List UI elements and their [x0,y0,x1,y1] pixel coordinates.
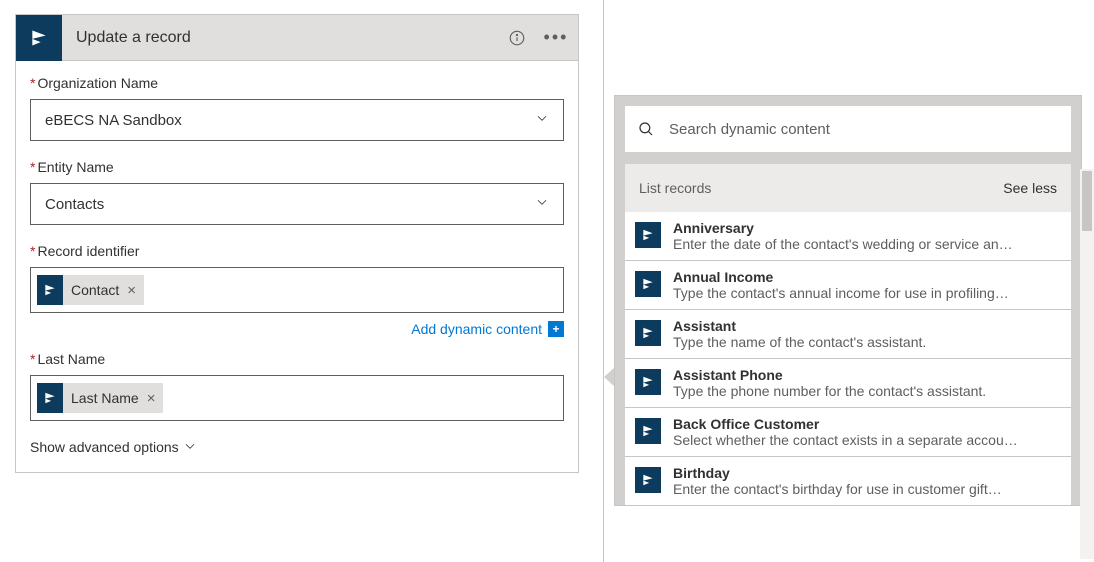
item-title: Back Office Customer [673,416,1057,432]
chevron-down-icon [183,439,197,456]
add-dynamic-content-row: Add dynamic content + [30,321,564,337]
item-title: Annual Income [673,269,1057,285]
dynamic-content-item[interactable]: BirthdayEnter the contact's birthday for… [625,457,1071,505]
search-input[interactable] [669,121,1059,138]
action-card-body: *Organization Name eBECS NA Sandbox *Ent… [16,61,578,472]
dynamic-content-item[interactable]: Back Office CustomerSelect whether the c… [625,408,1071,457]
chevron-down-icon [535,195,549,213]
item-title: Assistant [673,318,1057,334]
field-record-identifier: *Record identifier Contact × [30,243,564,313]
field-label: *Last Name [30,351,564,367]
item-description: Select whether the contact exists in a s… [673,432,1057,448]
organization-select[interactable]: eBECS NA Sandbox [30,99,564,141]
dynamic-content-list: AnniversaryEnter the date of the contact… [625,212,1071,505]
dynamics-icon [37,275,63,305]
token-remove-icon[interactable]: × [127,282,136,299]
overflow-menu-icon[interactable]: ••• [534,27,578,48]
add-dynamic-content-button[interactable]: + [548,321,564,337]
item-description: Enter the contact's birthday for use in … [673,481,1057,497]
search-wrap [625,106,1071,152]
select-value: Contacts [45,196,104,213]
dynamics-icon [635,320,661,346]
dynamic-content-item[interactable]: Assistant PhoneType the phone number for… [625,359,1071,408]
add-dynamic-content-link[interactable]: Add dynamic content [411,321,542,337]
entity-select[interactable]: Contacts [30,183,564,225]
dynamics-icon [635,369,661,395]
dynamics-icon [635,222,661,248]
dynamics-icon [16,15,62,61]
section-header: List records See less [625,164,1071,212]
dynamic-content-item[interactable]: Annual IncomeType the contact's annual i… [625,261,1071,310]
action-title: Update a record [62,29,500,47]
dynamic-token[interactable]: Contact × [37,275,144,305]
item-description: Type the phone number for the contact's … [673,383,1057,399]
dynamics-icon [635,418,661,444]
item-title: Assistant Phone [673,367,1057,383]
item-text: Annual IncomeType the contact's annual i… [673,269,1057,301]
field-entity: *Entity Name Contacts [30,159,564,225]
action-card-header[interactable]: Update a record ••• [16,15,578,61]
dynamic-token[interactable]: Last Name × [37,383,163,413]
dynamics-icon [37,383,63,413]
item-description: Enter the date of the contact's wedding … [673,236,1057,252]
field-organization: *Organization Name eBECS NA Sandbox [30,75,564,141]
item-text: BirthdayEnter the contact's birthday for… [673,465,1057,497]
scrollbar-thumb[interactable] [1082,171,1092,231]
scrollbar-vertical[interactable] [1080,169,1094,559]
field-label: *Record identifier [30,243,564,259]
select-value: eBECS NA Sandbox [45,112,182,129]
dynamic-content-item[interactable]: AssistantType the name of the contact's … [625,310,1071,359]
field-label: *Entity Name [30,159,564,175]
layout-divider [603,0,604,562]
item-text: AnniversaryEnter the date of the contact… [673,220,1057,252]
dynamics-icon [635,271,661,297]
info-icon[interactable] [500,29,534,47]
chevron-down-icon [535,111,549,129]
token-remove-icon[interactable]: × [147,390,156,407]
see-less-link[interactable]: See less [1003,180,1057,196]
field-last-name: *Last Name Last Name × [30,351,564,421]
item-text: Assistant PhoneType the phone number for… [673,367,1057,399]
record-identifier-input[interactable]: Contact × [30,267,564,313]
item-text: AssistantType the name of the contact's … [673,318,1057,350]
item-title: Birthday [673,465,1057,481]
item-title: Anniversary [673,220,1057,236]
token-label: Last Name [71,390,139,406]
field-label: *Organization Name [30,75,564,91]
show-advanced-options-link[interactable]: Show advanced options [30,439,197,456]
dynamic-content-panel: List records See less AnniversaryEnter t… [614,95,1082,506]
dynamic-content-item[interactable]: AnniversaryEnter the date of the contact… [625,212,1071,261]
search-icon [637,120,655,138]
item-description: Type the contact's annual income for use… [673,285,1057,301]
token-label: Contact [71,282,119,298]
dynamics-icon [635,467,661,493]
item-text: Back Office CustomerSelect whether the c… [673,416,1057,448]
last-name-input[interactable]: Last Name × [30,375,564,421]
section-title: List records [639,180,711,196]
action-card: Update a record ••• *Organization Name e… [15,14,579,473]
item-description: Type the name of the contact's assistant… [673,334,1057,350]
